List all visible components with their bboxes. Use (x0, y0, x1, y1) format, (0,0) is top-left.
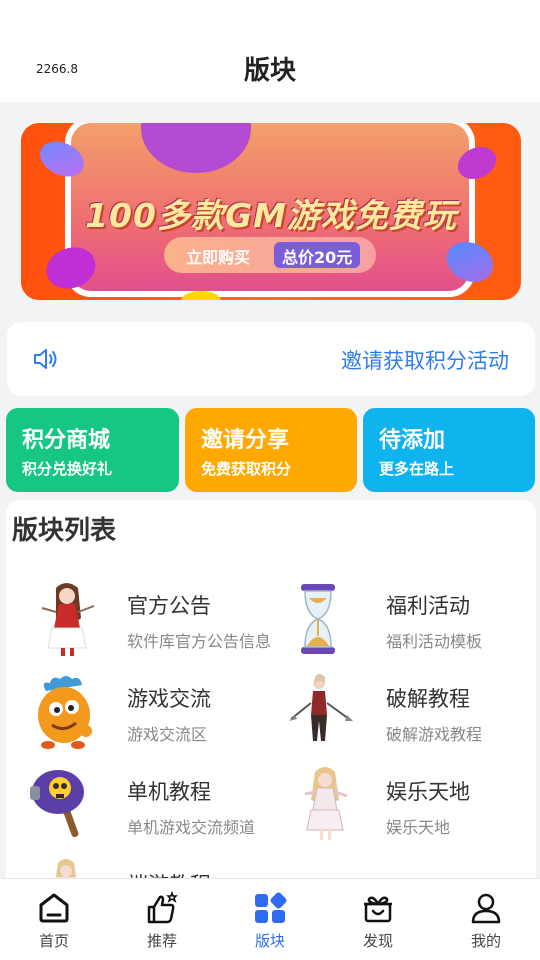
board-name: 单机教程 (127, 780, 211, 804)
board-desc: 单机游戏交流频道 (127, 818, 256, 837)
tab-label: 首页 (38, 932, 69, 950)
orange-monster-avatar (38, 676, 92, 749)
list-item[interactable]: 娱乐天地 娱乐天地 (285, 764, 535, 846)
card-title: 邀请分享 (201, 428, 290, 453)
anime-girl-avatar (41, 583, 95, 656)
card-invite-share[interactable]: 邀请分享 免费获取积分 (185, 408, 357, 492)
tab-label: 我的 (470, 932, 501, 950)
tab-profile[interactable]: 我的 (432, 879, 540, 960)
tab-label: 版块 (254, 932, 285, 950)
gift-icon (364, 896, 392, 923)
card-title: 积分商城 (22, 428, 111, 453)
price-badge: 总价20元 (274, 242, 361, 268)
notice-text[interactable]: 邀请获取积分活动 (341, 345, 509, 375)
card-title: 待添加 (379, 428, 446, 453)
promo-banner[interactable]: 100多款GM游戏免费玩 立即购买 总价20元 (21, 123, 521, 300)
banner-headline: 100多款GM游戏免费玩 (85, 196, 457, 235)
board-list-panel: 版块列表 官方公告 软件库官方公告信息 福利活动 福利活动模板 游戏交流 游戏交… (6, 500, 536, 920)
grid-icon (255, 892, 287, 923)
warrior-avatar (289, 674, 353, 741)
board-name: 官方公告 (127, 594, 211, 618)
card-pending[interactable]: 待添加 更多在路上 (363, 408, 535, 492)
board-name: 破解教程 (386, 687, 470, 711)
speaker-icon (34, 349, 57, 369)
thumbs-up-icon (147, 891, 178, 924)
fairy-avatar (304, 767, 348, 840)
board-list-heading: 版块列表 (12, 516, 117, 546)
card-subtitle: 免费获取积分 (201, 460, 292, 478)
list-item[interactable]: 单机教程 单机游戏交流频道 (26, 764, 276, 846)
header: 2266.8 版块 (0, 0, 540, 102)
board-desc: 软件库官方公告信息 (127, 632, 272, 651)
buy-label: 立即购买 (186, 248, 251, 267)
tab-boards[interactable]: 版块 (216, 879, 324, 960)
bottom-tab-bar: 首页 推荐 版块 发现 我的 (0, 878, 540, 960)
card-subtitle: 更多在路上 (379, 460, 455, 478)
list-item[interactable]: 破解教程 破解游戏教程 (285, 671, 535, 753)
board-desc: 娱乐天地 (386, 818, 451, 837)
card-subtitle: 积分兑换好礼 (22, 460, 113, 478)
list-item[interactable]: 游戏交流 游戏交流区 (26, 671, 276, 753)
user-icon (471, 893, 501, 924)
tab-discover[interactable]: 发现 (324, 879, 432, 960)
skull-hammer-icon (30, 770, 84, 838)
board-desc: 破解游戏教程 (386, 725, 483, 744)
board-desc: 游戏交流区 (127, 725, 208, 744)
card-points-mall[interactable]: 积分商城 积分兑换好礼 (6, 408, 179, 492)
page-title: 版块 (243, 56, 296, 86)
board-name: 游戏交流 (127, 687, 211, 711)
tab-label: 发现 (362, 932, 393, 950)
board-desc: 福利活动模板 (386, 632, 483, 651)
tab-label: 推荐 (146, 932, 177, 950)
hourglass-icon (301, 584, 335, 654)
home-icon (39, 893, 69, 923)
board-name: 福利活动 (386, 594, 470, 618)
board-name: 娱乐天地 (386, 780, 470, 804)
tab-recommend[interactable]: 推荐 (108, 879, 216, 960)
tab-home[interactable]: 首页 (0, 879, 108, 960)
notice-bar[interactable]: 邀请获取积分活动 (7, 322, 535, 396)
banner-cta-button[interactable]: 立即购买 总价20元 (164, 237, 376, 273)
list-item[interactable]: 官方公告 软件库官方公告信息 (26, 578, 276, 660)
list-item[interactable]: 福利活动 福利活动模板 (285, 578, 535, 660)
